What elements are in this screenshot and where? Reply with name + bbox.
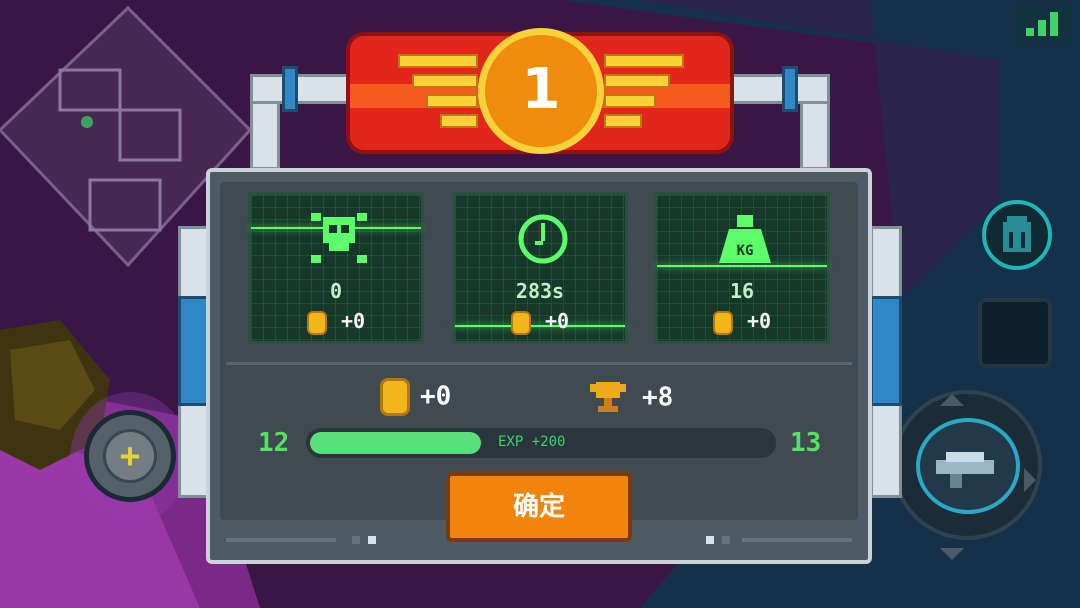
weight-coin-value: +0 xyxy=(746,309,772,333)
kills-coin-reward: +0 xyxy=(251,309,421,335)
character-icon xyxy=(1003,216,1031,252)
pipe-left-top xyxy=(250,74,350,104)
panel-footer-left xyxy=(226,538,336,542)
weight-icon-label: KG xyxy=(737,243,754,259)
wing-right-2 xyxy=(604,74,670,88)
confirm-button[interactable]: 确定 xyxy=(446,472,632,542)
panel-dot xyxy=(722,536,730,544)
clock-icon xyxy=(518,214,568,264)
time-coin-reward: +0 xyxy=(455,309,625,335)
arrow-up-icon[interactable] xyxy=(940,394,964,406)
coin-icon xyxy=(380,378,410,416)
pipe-right-top xyxy=(730,74,830,104)
pipe-joint-left xyxy=(282,66,298,112)
panel-dot xyxy=(352,536,360,544)
wing-left-4 xyxy=(440,114,478,128)
trophy-total: +8 xyxy=(588,378,673,418)
gun-icon xyxy=(936,452,994,488)
wing-left-2 xyxy=(412,74,478,88)
exp-bar-fill xyxy=(310,432,481,454)
item-slot[interactable] xyxy=(978,298,1052,368)
weight-value: 16 xyxy=(729,279,755,303)
side-rail-right-band xyxy=(870,296,902,406)
stat-card-kills: 0 +0 xyxy=(248,192,424,344)
level-current: 12 xyxy=(258,428,290,458)
coin-icon xyxy=(712,310,733,335)
stat-card-weight: KG 16 +0 xyxy=(654,192,830,344)
divider xyxy=(226,362,852,365)
skull-icon xyxy=(311,213,367,263)
wing-right-4 xyxy=(604,114,642,128)
trophy-icon xyxy=(590,382,626,412)
signal-icon xyxy=(1014,4,1072,44)
trophy-total-value: +8 xyxy=(642,382,674,413)
arrow-down-icon[interactable] xyxy=(940,548,964,560)
wing-right-1 xyxy=(604,54,684,68)
coin-total-value: +0 xyxy=(420,381,452,412)
weight-coin-reward: +0 xyxy=(657,309,827,335)
exp-bar: EXP +200 xyxy=(306,428,776,458)
panel-dot xyxy=(706,536,714,544)
stat-card-time: 283s +0 xyxy=(452,192,628,344)
exp-gain-label: EXP +200 xyxy=(498,434,566,450)
level-next: 13 xyxy=(790,428,822,458)
time-value: 283s xyxy=(515,279,565,303)
panel-dot xyxy=(368,536,376,544)
weight-icon: KG xyxy=(719,215,771,263)
rank-number: 1 xyxy=(478,28,604,154)
kills-value: 0 xyxy=(329,279,343,303)
coin-icon xyxy=(306,310,327,335)
wing-left-3 xyxy=(426,94,478,108)
time-coin-value: +0 xyxy=(544,309,570,333)
plus-icon: + xyxy=(103,429,157,483)
weapon-switch-button[interactable] xyxy=(892,390,1042,540)
panel-footer-right xyxy=(742,538,852,542)
kills-coin-value: +0 xyxy=(340,309,366,333)
wing-left-1 xyxy=(398,54,478,68)
add-button[interactable]: + xyxy=(70,392,190,524)
coin-total: +0 xyxy=(380,378,451,416)
arrow-right-icon[interactable] xyxy=(1024,468,1036,492)
pipe-joint-right xyxy=(782,66,798,112)
wing-right-3 xyxy=(604,94,656,108)
skill-button[interactable] xyxy=(982,200,1052,270)
coin-icon xyxy=(510,310,531,335)
